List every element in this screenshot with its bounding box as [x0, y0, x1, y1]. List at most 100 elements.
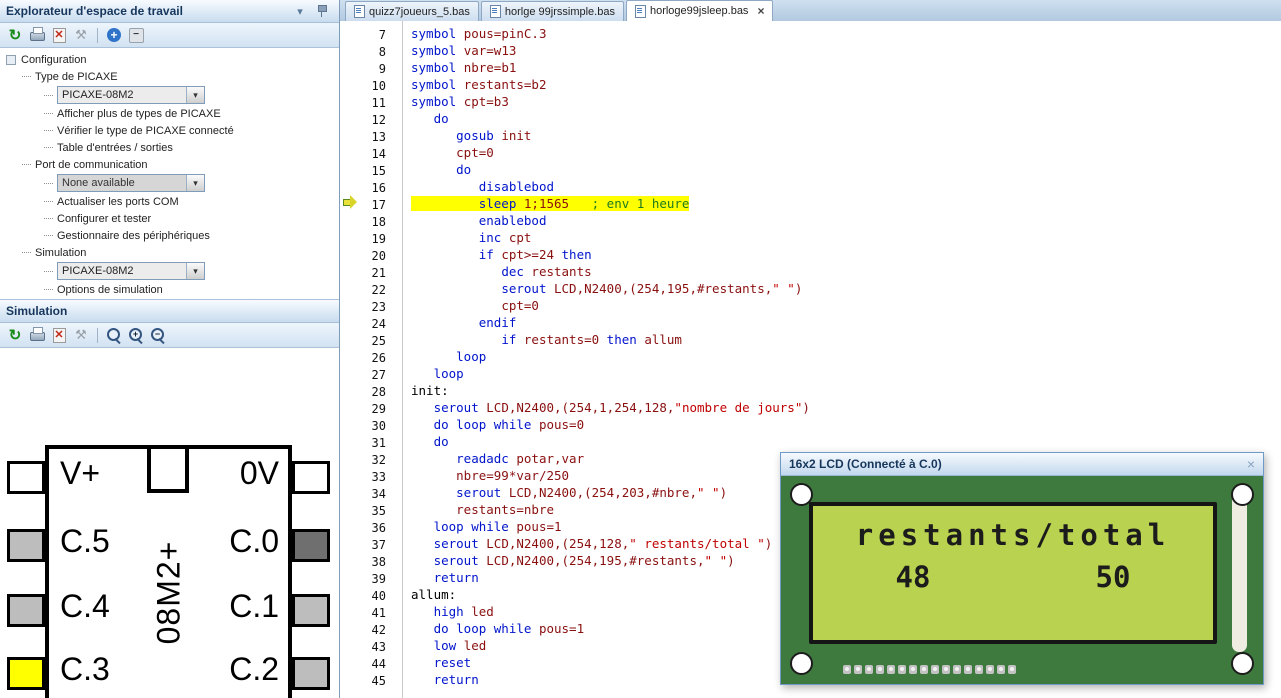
tab-quizz7joueurs_5-bas[interactable]: quizz7joueurs_5.bas — [345, 1, 479, 21]
code-line-9[interactable]: 9 symbol nbre=b1 — [340, 59, 1281, 76]
tab-horloge99jsleep-bas[interactable]: horloge99jsleep.bas × — [625, 0, 774, 21]
dropdown-arrow-icon[interactable] — [186, 263, 204, 279]
code-text: serout LCD,N2400,(254,128," restants/tot… — [433, 536, 773, 551]
add-icon[interactable] — [105, 26, 123, 44]
lcd-pin-pad — [843, 665, 851, 674]
line-number: 35 — [371, 504, 386, 518]
zoom-icon[interactable] — [105, 326, 123, 344]
line-number: 26 — [371, 351, 386, 365]
code-line-17[interactable]: 17 sleep 1;1565 ; env 1 heure — [340, 195, 1281, 212]
tree-dropdown[interactable]: PICAXE-08M2 — [0, 261, 339, 281]
tree-item[interactable]: Simulation — [0, 244, 339, 261]
picaxe-chip[interactable]: V+ 0V C.5 C.0 C.4 C.1 C.3 C.2 08M2+ — [7, 445, 330, 698]
code-text: serout LCD,N2400,(254,195,#restants," ") — [433, 553, 735, 568]
pin-C.0[interactable] — [292, 529, 330, 562]
tree-item[interactable]: Table d'entrées / sorties — [0, 139, 339, 156]
wrench-icon[interactable] — [72, 326, 90, 344]
simulation-toolbar — [0, 323, 339, 348]
code-line-8[interactable]: 8 symbol var=w13 — [340, 42, 1281, 59]
dropdown-arrow-icon[interactable] — [186, 175, 204, 191]
code-text: do — [433, 111, 449, 126]
dropdown-select[interactable]: None available — [57, 174, 205, 192]
code-line-23[interactable]: 23 cpt=0 — [340, 297, 1281, 314]
export-pdf-icon[interactable] — [50, 326, 68, 344]
lcd-pin-pad — [909, 665, 917, 674]
tab-close-icon[interactable]: × — [757, 5, 764, 17]
code-line-29[interactable]: 29 serout LCD,N2400,(254,1,254,128,"nomb… — [340, 399, 1281, 416]
line-number: 9 — [378, 62, 386, 76]
zoom-in-icon[interactable] — [127, 326, 145, 344]
line-number: 27 — [371, 368, 386, 382]
dropdown-value: PICAXE-08M2 — [62, 265, 134, 277]
code-line-16[interactable]: 16 disablebod — [340, 178, 1281, 195]
pin-0V[interactable] — [292, 461, 330, 494]
zoom-out-icon[interactable] — [149, 326, 167, 344]
workspace-explorer-header[interactable]: Explorateur d'espace de travail — [0, 0, 339, 23]
code-text: symbol pous=pinC.3 — [411, 26, 547, 41]
code-line-21[interactable]: 21 dec restants — [340, 263, 1281, 280]
export-pdf-icon[interactable] — [50, 26, 68, 44]
refresh-icon[interactable] — [6, 26, 24, 44]
tree-item[interactable]: Type de PICAXE — [0, 68, 339, 85]
editor-area: quizz7joueurs_5.bas horlge 99jrssimple.ba… — [340, 0, 1281, 698]
print-icon[interactable] — [28, 26, 46, 44]
tree-item[interactable]: Actualiser les ports COM — [0, 193, 339, 210]
close-icon[interactable]: × — [1247, 456, 1255, 472]
code-line-22[interactable]: 22 serout LCD,N2400,(254,195,#restants,"… — [340, 280, 1281, 297]
code-text: dec restants — [501, 264, 592, 279]
code-line-12[interactable]: 12 do — [340, 110, 1281, 127]
print-icon[interactable] — [28, 326, 46, 344]
code-line-25[interactable]: 25 if restants=0 then allum — [340, 331, 1281, 348]
pin-C.5[interactable] — [7, 529, 45, 562]
screw-hole-icon — [1231, 652, 1254, 675]
lcd-window-titlebar[interactable]: 16x2 LCD (Connecté à C.0) × — [781, 453, 1263, 476]
code-line-24[interactable]: 24 endif — [340, 314, 1281, 331]
code-line-18[interactable]: 18 enablebod — [340, 212, 1281, 229]
tab-horlge-99jrssimple-bas[interactable]: horlge 99jrssimple.bas — [480, 1, 624, 21]
tree-dropdown[interactable]: PICAXE-08M2 — [0, 85, 339, 105]
simulation-header[interactable]: Simulation — [0, 300, 339, 323]
dropdown-arrow-icon[interactable] — [186, 87, 204, 103]
code-line-15[interactable]: 15 do — [340, 161, 1281, 178]
tree-item[interactable]: Port de communication — [0, 156, 339, 173]
pin-C.2[interactable] — [292, 657, 330, 690]
wrench-icon[interactable] — [72, 26, 90, 44]
line-number: 23 — [371, 300, 386, 314]
tree-item[interactable]: Configurer et tester — [0, 210, 339, 227]
refresh-icon[interactable] — [6, 326, 24, 344]
pin-label-0V: 0V — [239, 455, 279, 491]
code-line-13[interactable]: 13 gosub init — [340, 127, 1281, 144]
pin-V+[interactable] — [7, 461, 45, 494]
code-line-30[interactable]: 30 do loop while pous=0 — [340, 416, 1281, 433]
chevron-down-icon[interactable] — [291, 2, 309, 20]
collapse-icon[interactable] — [127, 26, 145, 44]
pin-icon[interactable] — [313, 2, 331, 20]
code-line-20[interactable]: 20 if cpt>=24 then — [340, 246, 1281, 263]
code-line-31[interactable]: 31 do — [340, 433, 1281, 450]
code-line-28[interactable]: 28 init: — [340, 382, 1281, 399]
tree-item[interactable]: Configuration — [0, 51, 339, 68]
code-line-10[interactable]: 10 symbol restants=b2 — [340, 76, 1281, 93]
dropdown-select[interactable]: PICAXE-08M2 — [57, 86, 205, 104]
code-editor[interactable]: 7 symbol pous=pinC.3 8 symbol var=w13 9 symbo… — [340, 21, 1281, 698]
tree-item[interactable]: Vérifier le type de PICAXE connecté — [0, 122, 339, 139]
dropdown-select[interactable]: PICAXE-08M2 — [57, 262, 205, 280]
tree-item[interactable]: Options de simulation — [0, 281, 339, 298]
pin-C.1[interactable] — [292, 594, 330, 627]
code-line-7[interactable]: 7 symbol pous=pinC.3 — [340, 25, 1281, 42]
tab-label: horlge 99jrssimple.bas — [504, 5, 615, 18]
code-line-11[interactable]: 11 symbol cpt=b3 — [340, 93, 1281, 110]
code-line-19[interactable]: 19 inc cpt — [340, 229, 1281, 246]
line-number: 28 — [371, 385, 386, 399]
tree-item[interactable]: Gestionnaire des périphériques — [0, 227, 339, 244]
lcd-line2: 48 50 — [813, 560, 1213, 594]
tab-strip: quizz7joueurs_5.bas horlge 99jrssimple.ba… — [340, 0, 1281, 21]
line-number: 33 — [371, 470, 386, 484]
pin-C.3[interactable] — [7, 657, 45, 690]
pin-C.4[interactable] — [7, 594, 45, 627]
tree-item[interactable]: Afficher plus de types de PICAXE — [0, 105, 339, 122]
code-line-26[interactable]: 26 loop — [340, 348, 1281, 365]
tree-dropdown[interactable]: None available — [0, 173, 339, 193]
code-line-14[interactable]: 14 cpt=0 — [340, 144, 1281, 161]
code-line-27[interactable]: 27 loop — [340, 365, 1281, 382]
